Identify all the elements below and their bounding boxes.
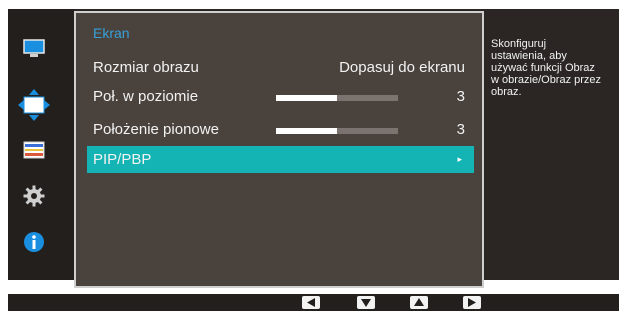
gear-icon[interactable] [23, 185, 45, 207]
menu-title: Ekran [93, 25, 130, 41]
h-position-slider[interactable] [276, 95, 398, 101]
menu-item-value: Dopasuj do ekranu [339, 59, 465, 76]
slider-fill [276, 95, 337, 101]
menu-item-h-position[interactable]: Poł. w poziomie 3 [87, 83, 474, 110]
right-arrow-icon[interactable] [463, 296, 481, 309]
info-icon[interactable] [23, 231, 45, 253]
color-bars-icon[interactable] [23, 141, 45, 163]
menu-item-picture-size[interactable]: Rozmiar obrazu Dopasuj do ekranu [87, 54, 474, 81]
menu-item-pip-pbp[interactable]: PIP/PBP ▸ [87, 146, 474, 173]
slider-fill [276, 128, 337, 134]
menu-item-label: Rozmiar obrazu [93, 59, 199, 76]
up-arrow-icon[interactable] [410, 296, 428, 309]
down-arrow-icon[interactable] [357, 296, 375, 309]
menu-item-label: Poł. w poziomie [93, 88, 199, 105]
menu-item-value: 3 [456, 121, 465, 138]
menu-item-v-position[interactable]: Położenie pionowe 3 [87, 116, 474, 143]
v-position-slider[interactable] [276, 128, 398, 134]
menu-item-value: 3 [456, 88, 465, 105]
position-arrows-icon[interactable] [17, 88, 51, 122]
help-text: Skonfiguruj ustawienia, aby używać funkc… [491, 38, 602, 98]
menu-item-label: Położenie pionowe [93, 121, 219, 138]
menu-item-label: PIP/PBP [93, 151, 152, 168]
monitor-icon[interactable] [23, 38, 45, 60]
left-arrow-icon[interactable] [302, 296, 320, 309]
submenu-arrow-icon: ▸ [457, 154, 462, 164]
